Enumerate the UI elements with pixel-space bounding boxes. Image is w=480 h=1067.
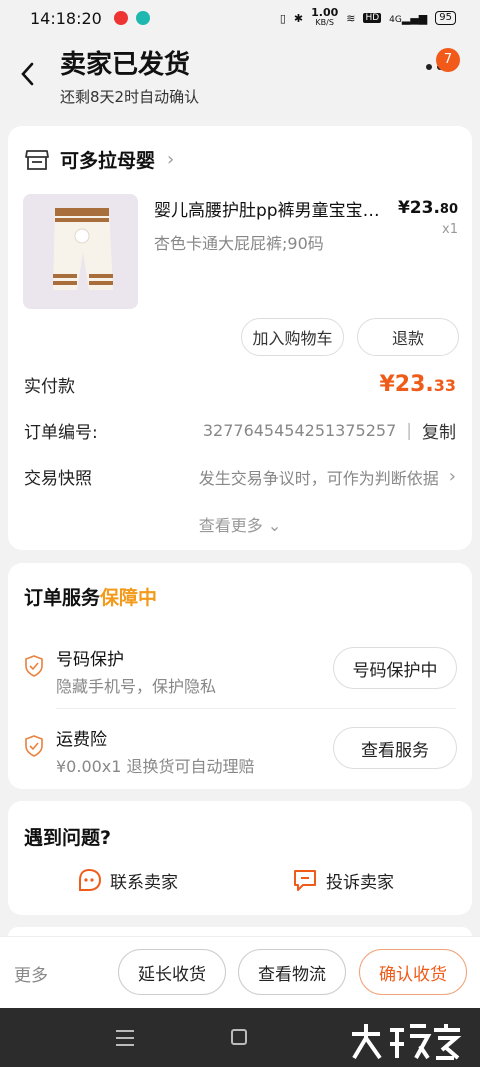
- more-actions-button[interactable]: 更多: [14, 961, 48, 986]
- bottom-action-bar: 更多 延长收货 查看物流 确认收货: [0, 936, 480, 1008]
- page-header: 卖家已发货 还剩8天2时自动确认 7: [0, 36, 480, 116]
- add-to-cart-button[interactable]: 加入购物车: [241, 318, 344, 356]
- shield-check-icon: [25, 735, 43, 757]
- net-unit: KB/S: [315, 18, 334, 27]
- signal-icon: 4G▂▄▆: [389, 11, 428, 25]
- service-description: ¥0.00x1 退换货可自动理赔: [56, 757, 255, 776]
- services-status: 保障中: [100, 587, 158, 609]
- view-logistics-button[interactable]: 查看物流: [238, 949, 346, 995]
- contact-seller-label: 联系卖家: [110, 872, 178, 893]
- complaint-icon: [294, 870, 316, 891]
- snapshot-row[interactable]: 交易快照 发生交易争议时，可作为判断依据 ›: [24, 464, 456, 489]
- shield-check-icon: [25, 655, 43, 677]
- extend-receipt-button[interactable]: 延长收货: [118, 949, 226, 995]
- number-protection-button[interactable]: 号码保护中: [333, 647, 457, 689]
- paid-label: 实付款: [24, 377, 75, 397]
- paid-amount-main: ¥23.: [379, 372, 434, 397]
- bluetooth-icon: ✱: [293, 11, 304, 25]
- services-title: 订单服务保障中: [24, 583, 157, 610]
- battery-icon: 95: [435, 11, 456, 25]
- service-description: 隐藏手机号，保护隐私: [56, 677, 217, 696]
- see-more-button[interactable]: 查看更多 ⌄: [8, 512, 472, 536]
- wifi-icon: ≋: [346, 11, 356, 25]
- complain-seller-label: 投诉卖家: [326, 872, 394, 893]
- problems-card: 遇到问题? 联系卖家 投诉卖家: [8, 801, 472, 915]
- order-number: 3277645454251375257: [202, 421, 397, 440]
- chat-face-icon: [79, 868, 102, 891]
- chevron-left-icon: [21, 62, 34, 86]
- refund-button[interactable]: 退款: [357, 318, 459, 356]
- product-price-cents: 80: [439, 202, 458, 217]
- order-card: 可多拉母婴 › 婴儿高腰护肚pp裤男童宝宝… 杏色卡通大屁屁裤;90码 ¥23.…: [8, 126, 472, 550]
- copy-order-number-button[interactable]: 复制: [422, 418, 456, 443]
- chevron-right-icon: ›: [167, 149, 175, 170]
- store-link[interactable]: 可多拉母婴 ›: [24, 146, 174, 173]
- back-button[interactable]: [18, 60, 42, 90]
- product-price-main: ¥23.: [397, 198, 440, 218]
- service-name: 运费险: [56, 730, 107, 750]
- order-number-label: 订单编号:: [24, 423, 98, 443]
- status-time: 14:18:20: [30, 8, 102, 28]
- chevron-down-icon: ⌄: [267, 516, 282, 535]
- system-nav-bar: [0, 1008, 480, 1067]
- chevron-right-icon: ›: [448, 466, 456, 487]
- store-name: 可多拉母婴: [60, 150, 156, 172]
- location-icon: [113, 11, 128, 25]
- product-quantity: x1: [442, 222, 458, 237]
- divider-bar: |: [406, 420, 412, 441]
- hd-icon: HD: [363, 13, 382, 23]
- service-name: 号码保护: [56, 650, 124, 670]
- problems-title: 遇到问题?: [24, 827, 112, 849]
- snapshot-description: 发生交易争议时，可作为判断依据: [198, 468, 439, 488]
- product-spec: 杏色卡通大屁屁裤;90码: [154, 234, 324, 253]
- paid-row: 实付款 ¥23.33: [24, 372, 456, 397]
- view-service-button[interactable]: 查看服务: [333, 727, 457, 769]
- product-price: ¥23.80: [398, 198, 458, 218]
- product-image[interactable]: [23, 194, 138, 309]
- snapshot-label: 交易快照: [24, 469, 92, 489]
- home-button[interactable]: [231, 1029, 247, 1045]
- confirm-receipt-button[interactable]: 确认收货: [359, 949, 467, 995]
- page-title: 卖家已发货: [60, 50, 191, 80]
- auto-confirm-countdown: 还剩8天2时自动确认: [60, 88, 200, 106]
- app-notification-icon: [135, 11, 150, 25]
- complain-seller-button[interactable]: 投诉卖家: [292, 867, 394, 893]
- status-bar: 14:18:20 ▯ ✱ 1.00 KB/S ≋ HD 4G▂▄▆ 95: [0, 0, 480, 36]
- store-icon: [25, 149, 49, 170]
- vibrate-icon: ▯: [279, 11, 286, 25]
- signal-label: 4G: [389, 14, 402, 25]
- services-title-text: 订单服务: [24, 587, 101, 609]
- product-title[interactable]: 婴儿高腰护肚pp裤男童宝宝…: [154, 196, 394, 221]
- order-number-row: 订单编号: 3277645454251375257 | 复制: [24, 418, 456, 444]
- contact-seller-button[interactable]: 联系卖家: [76, 867, 178, 893]
- net-speed: 1.00: [311, 6, 339, 19]
- divider: [56, 708, 456, 709]
- notification-badge: 7: [436, 48, 460, 72]
- paid-amount-cents: 33: [433, 376, 456, 395]
- order-services-card: 订单服务保障中 号码保护 隐藏手机号，保护隐私 号码保护中 运费险 ¥0.00x…: [8, 563, 472, 789]
- see-more-label: 查看更多: [198, 516, 263, 535]
- baby-pants-image: [23, 194, 138, 309]
- watermark-logo: [352, 1024, 462, 1060]
- paid-amount: ¥23.33: [379, 372, 456, 397]
- recent-apps-button[interactable]: [116, 1030, 134, 1046]
